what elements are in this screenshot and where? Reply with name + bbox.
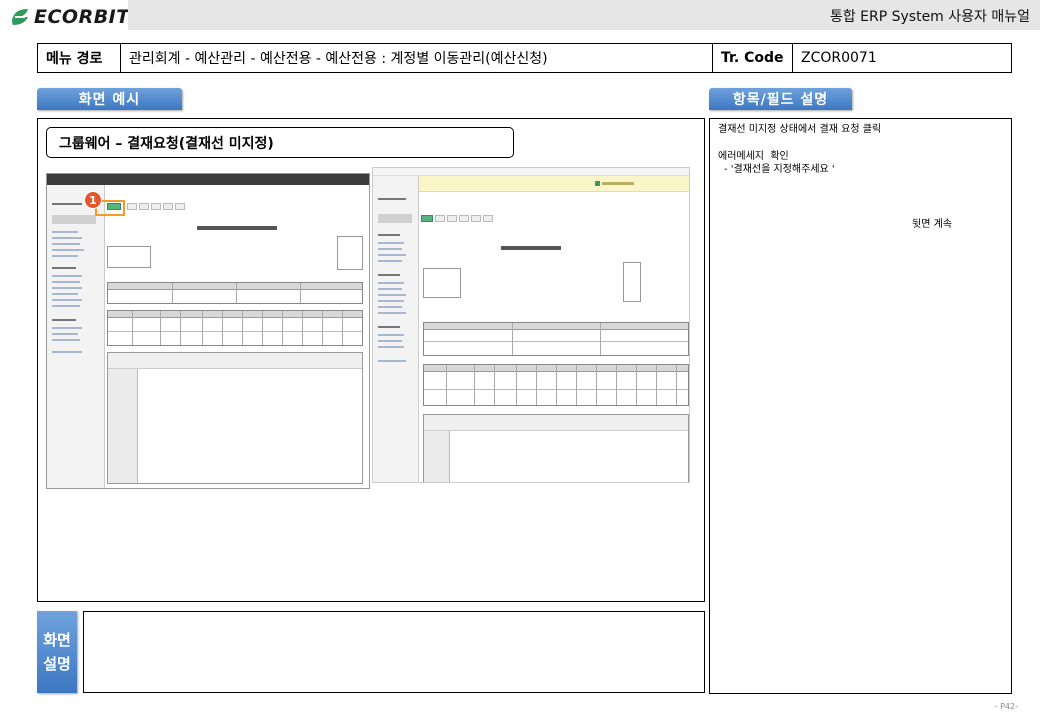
step-marker-icon: 1 bbox=[85, 192, 101, 208]
screen-description-label: 화면 설명 bbox=[37, 611, 77, 693]
document-title: 통합 ERP System 사용자 매뉴얼 bbox=[829, 9, 1030, 25]
description-label-line1: 화면 bbox=[43, 631, 71, 649]
continued-note: 뒷면 계속 bbox=[912, 219, 952, 230]
ecorbit-leaf-icon bbox=[12, 9, 28, 25]
menu-path-value: 관리회계 - 예산관리 - 예산전용 - 예산전용 : 계정별 이동관리(예산신… bbox=[121, 44, 713, 72]
requester-info-box bbox=[107, 246, 151, 268]
description-label-line2: 설명 bbox=[43, 655, 71, 673]
field-note-error-message: - '결재선을 지정해주세요 ' bbox=[724, 164, 835, 175]
budget-amount-grid bbox=[423, 322, 689, 356]
page-number: - P42- bbox=[994, 702, 1018, 711]
error-message-bar bbox=[419, 176, 689, 192]
tr-code-value: ZCOR0071 bbox=[801, 50, 877, 66]
document-heading bbox=[501, 244, 561, 254]
content-editor bbox=[423, 414, 689, 482]
app-sidebar bbox=[373, 176, 419, 482]
logo-text: ECORBIT bbox=[34, 6, 130, 28]
example-title: 그룹웨어 – 결재요청(결재선 미지정) bbox=[46, 127, 514, 158]
account-detail-grid bbox=[423, 364, 689, 406]
menu-path-label: 메뉴 경로 bbox=[38, 44, 121, 72]
budget-amount-grid bbox=[107, 282, 363, 304]
approval-line-box bbox=[623, 262, 641, 302]
account-detail-grid bbox=[107, 310, 363, 346]
menu-path-table: 메뉴 경로 관리회계 - 예산관리 - 예산전용 - 예산전용 : 계정별 이동… bbox=[37, 43, 1012, 73]
screen-description-box bbox=[83, 611, 705, 693]
company-logo: ECORBIT bbox=[10, 6, 130, 28]
field-note-error-check: 에러메세지 확인 bbox=[718, 151, 789, 162]
field-description-panel: 결재선 미지정 상태에서 결재 요청 클릭 에러메세지 확인 - '결재선을 지… bbox=[709, 118, 1012, 694]
app-top-bar bbox=[373, 168, 689, 176]
tr-code-label: Tr. Code bbox=[713, 44, 793, 72]
document-heading bbox=[197, 224, 277, 234]
screenshot-error-state bbox=[372, 167, 690, 483]
field-note-step1: 결재선 미지정 상태에서 결재 요청 클릭 bbox=[718, 124, 882, 135]
approval-line-box bbox=[337, 236, 363, 270]
field-description-tab: 항목/필드 설명 bbox=[709, 88, 852, 110]
screenshot-approval-request: 1 bbox=[46, 173, 370, 489]
requester-info-box bbox=[423, 268, 461, 298]
content-editor bbox=[107, 352, 363, 484]
screen-example-panel: 그룹웨어 – 결재요청(결재선 미지정) 1 bbox=[37, 118, 705, 602]
app-top-bar bbox=[47, 174, 369, 185]
app-sidebar bbox=[47, 185, 105, 488]
screen-example-tab: 화면 예시 bbox=[37, 88, 182, 110]
